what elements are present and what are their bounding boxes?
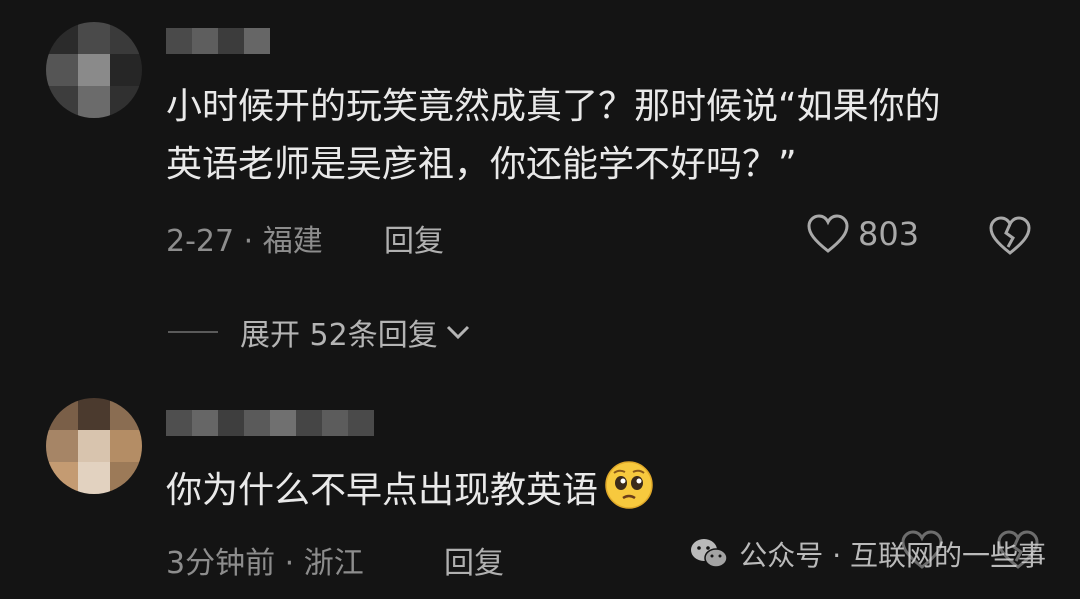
wechat-icon <box>691 539 729 568</box>
reply-button[interactable]: 回复 <box>384 216 444 260</box>
comment-line: 英语老师是吴彦祖，你还能学不好吗？” <box>166 144 797 185</box>
watermark-text: 公众号 · 互联网的一些事 <box>739 539 1046 572</box>
username-blurred[interactable] <box>166 410 374 436</box>
reply-button[interactable]: 回复 <box>444 538 504 582</box>
avatar[interactable] <box>46 398 142 494</box>
watermark: 公众号 · 互联网的一些事 <box>689 534 1046 574</box>
divider-line <box>168 331 218 333</box>
comment-meta: 2-27 · 福建 <box>166 224 323 259</box>
comment-text: 小时候开的玩笑竟然成真了？那时候说“如果你的 英语老师是吴彦祖，你还能学不好吗？… <box>166 78 941 194</box>
username-blurred[interactable] <box>166 28 270 54</box>
comment-date: 3分钟前 <box>166 546 276 581</box>
expand-replies-label: 展开 52条回复 <box>240 318 438 353</box>
broken-heart-icon <box>989 216 1031 255</box>
heart-icon <box>807 214 849 253</box>
avatar[interactable] <box>46 22 142 118</box>
comment-line: 小时候开的玩笑竟然成真了？那时候说“如果你的 <box>166 86 941 127</box>
expand-replies-button[interactable]: 展开 52条回复 <box>168 310 472 354</box>
comment-text: 你为什么不早点出现教英语 <box>166 460 654 520</box>
like-count: 803 <box>858 215 920 253</box>
like-button[interactable]: 803 <box>806 214 919 254</box>
comment-location: 浙江 <box>303 546 364 581</box>
comment-line: 你为什么不早点出现教英语 <box>166 470 599 511</box>
chevron-down-icon <box>446 325 469 340</box>
comment-location: 福建 <box>262 224 323 259</box>
dislike-button[interactable] <box>988 216 1032 260</box>
pleading-face-emoji-icon <box>605 461 653 509</box>
comment-date: 2-27 <box>166 224 235 259</box>
comment-meta: 3分钟前 · 浙江 <box>166 546 364 581</box>
